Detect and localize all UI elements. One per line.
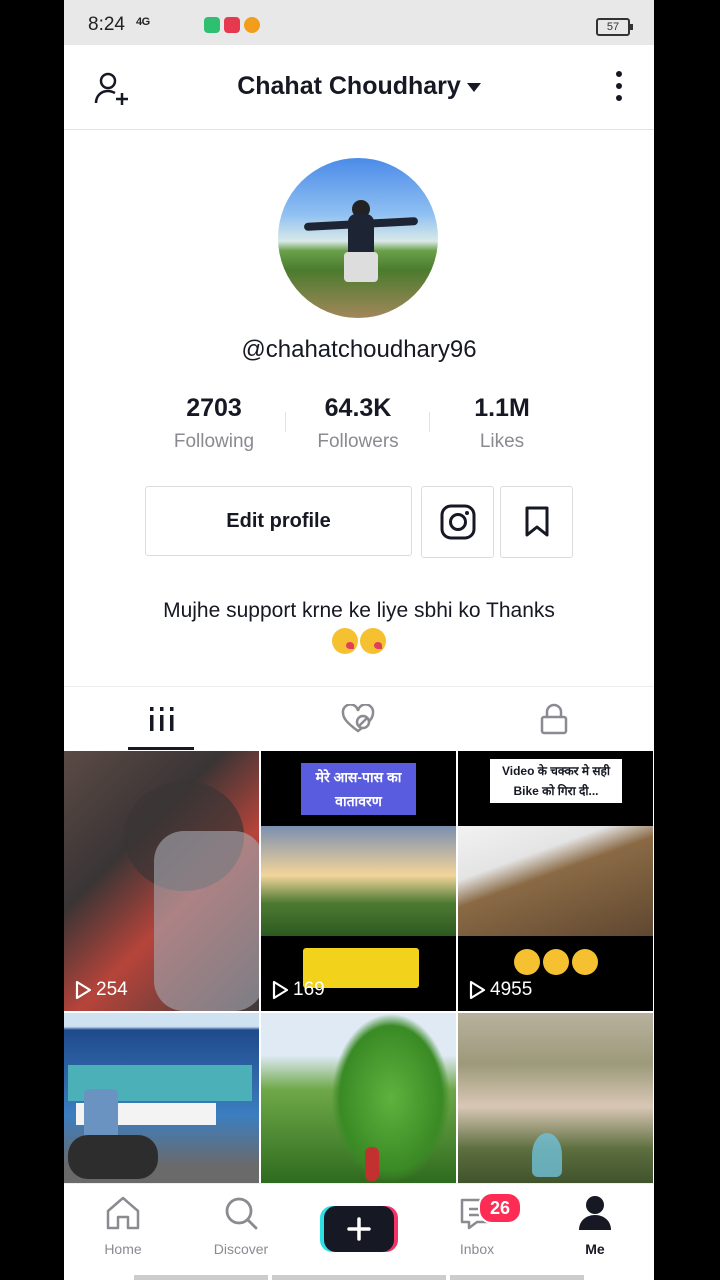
kiss-emoji-icon (360, 628, 386, 655)
lock-icon (540, 703, 568, 735)
profile-bio: Mujhe support krne ke liye sbhi ko Thank… (64, 596, 654, 656)
video-thumbnail[interactable]: 254 (64, 751, 259, 1011)
status-bar: 8:24 4G 57 (64, 0, 654, 45)
stat-label: Followers (317, 431, 399, 452)
gesture-bar (450, 1275, 584, 1280)
stat-likes[interactable]: 1.1M Likes (430, 390, 574, 460)
view-count-text: 4955 (490, 979, 533, 1000)
app-notification-icon (204, 17, 220, 33)
app-notification-icon (244, 17, 260, 33)
gesture-bar (134, 1275, 268, 1280)
tab-private[interactable] (456, 687, 652, 751)
profile-icon (579, 1196, 611, 1230)
bottom-navigation: Home Discover Inbox 26 Me (64, 1183, 654, 1280)
inbox-badge: 26 (478, 1192, 522, 1224)
instagram-button[interactable] (421, 486, 494, 558)
nav-label: Discover (213, 1241, 269, 1257)
bookmark-icon (525, 506, 548, 537)
search-icon (225, 1197, 258, 1230)
hidden-heart-icon (341, 704, 375, 733)
instagram-icon (440, 504, 475, 540)
more-options-icon[interactable] (614, 71, 624, 105)
stat-value: 2703 (186, 394, 242, 422)
nav-label: Inbox (459, 1241, 495, 1257)
tab-liked[interactable] (260, 687, 456, 751)
view-count: 254 (74, 979, 128, 1001)
chevron-down-icon (466, 82, 481, 92)
account-switcher[interactable]: Chahat Choudhary (64, 72, 654, 101)
play-icon (272, 980, 289, 1000)
plus-icon (347, 1217, 371, 1241)
video-thumbnail[interactable]: मेरे आस-पास का वातावरण 169 (261, 751, 456, 1011)
network-indicator: 4G (136, 16, 150, 28)
phone-screen: 8:24 4G 57 Chahat Choudhary @chahatchoud… (64, 0, 654, 1280)
page-title: Chahat Choudhary (237, 72, 461, 100)
grid-icon (150, 707, 174, 731)
video-thumbnail[interactable] (261, 1013, 456, 1183)
stat-label: Likes (479, 431, 525, 452)
bio-text: Mujhe support krne ke liye sbhi ko Thank… (163, 599, 555, 622)
profile-header: Chahat Choudhary (64, 45, 654, 130)
view-count: 4955 (468, 979, 532, 1001)
profile-tabs (64, 686, 654, 751)
video-caption: मेरे आस-पास का वातावरण (301, 763, 416, 815)
nav-label: Home (104, 1241, 142, 1257)
profile-stats: 2703 Following 64.3K Followers 1.1M Like… (142, 390, 574, 460)
favorites-button[interactable] (500, 486, 573, 558)
home-icon (106, 1196, 140, 1230)
video-grid: 254 मेरे आस-पास का वातावरण 169 Video के … (64, 751, 654, 1191)
play-icon (469, 980, 486, 1000)
nav-discover[interactable]: Discover (182, 1194, 300, 1257)
nav-me[interactable]: Me (536, 1194, 654, 1257)
video-thumbnail[interactable] (64, 1013, 259, 1183)
nav-label: Me (585, 1241, 605, 1257)
stat-value: 1.1M (474, 394, 530, 422)
battery-icon: 57 (596, 18, 633, 36)
video-caption: Video के चक्कर मे सही Bike को गिरा दी... (490, 759, 622, 803)
video-thumbnail[interactable] (458, 1013, 653, 1183)
edit-profile-button[interactable]: Edit profile (145, 486, 412, 556)
app-notification-icon (224, 17, 240, 33)
video-thumbnail[interactable]: Video के चक्कर मे सही Bike को गिरा दी...… (458, 751, 653, 1011)
username: @chahatchoudhary96 (241, 336, 477, 363)
view-count: 169 (271, 979, 325, 1001)
view-count-text: 254 (96, 979, 128, 1000)
tab-videos[interactable] (64, 687, 260, 751)
notification-icons (204, 17, 260, 33)
avatar[interactable] (278, 158, 438, 318)
stat-label: Following (173, 431, 255, 452)
gesture-bar (272, 1275, 446, 1280)
status-time: 8:24 (88, 14, 125, 35)
stat-followers[interactable]: 64.3K Followers (286, 390, 430, 460)
stat-following[interactable]: 2703 Following (142, 390, 286, 460)
nav-home[interactable]: Home (64, 1194, 182, 1257)
stat-value: 64.3K (324, 394, 392, 422)
play-icon (75, 980, 92, 1000)
active-tab-indicator (128, 747, 194, 750)
kiss-emoji-icon (332, 628, 358, 655)
view-count-text: 169 (293, 979, 325, 1000)
create-video-button[interactable] (324, 1206, 394, 1252)
